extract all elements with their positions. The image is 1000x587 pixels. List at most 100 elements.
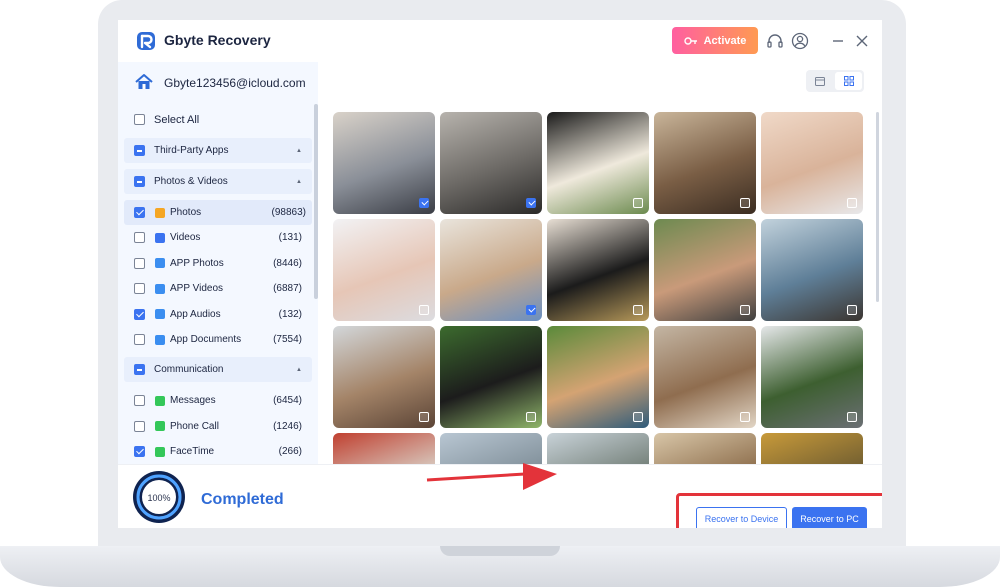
photo-tile-palm-tree-car[interactable]	[761, 326, 863, 428]
item-checkbox[interactable]	[134, 283, 145, 295]
user-icon[interactable]	[791, 32, 809, 50]
photo-checkbox[interactable]	[419, 412, 429, 422]
group-communication[interactable]: Communication ▲	[124, 357, 312, 383]
group-third-party-apps[interactable]: Third-Party Apps ▲	[124, 138, 312, 163]
recover-to-pc-button[interactable]: Recover to PC	[792, 507, 867, 528]
photo-tile-baby-feet[interactable]	[333, 219, 435, 321]
photo-checkbox[interactable]	[740, 305, 750, 315]
sidebar-item-app-photos[interactable]: APP Photos (8446)	[118, 251, 314, 276]
phone-call-icon	[155, 421, 165, 432]
photo-tile-family-beach[interactable]	[761, 219, 863, 321]
item-checkbox[interactable]	[134, 232, 145, 244]
photo-checkbox[interactable]	[740, 198, 750, 208]
photo-checkbox[interactable]	[740, 412, 750, 422]
item-count: (131)	[278, 232, 302, 244]
minimize-icon[interactable]	[829, 32, 847, 50]
headset-icon[interactable]	[766, 32, 784, 50]
photo-tile-wedding-couple[interactable]	[333, 112, 435, 214]
photo-tile-jumping-dunes[interactable]	[654, 326, 756, 428]
sidebar-scrollbar[interactable]	[314, 104, 318, 299]
item-label: Photos	[170, 207, 202, 218]
photo-tile-father-kids-park[interactable]	[440, 326, 542, 428]
sidebar-item-videos[interactable]: Videos (131)	[118, 225, 314, 250]
group-photos-videos[interactable]: Photos & Videos ▲	[124, 169, 312, 194]
photo-tile-mother-child-beach[interactable]	[333, 326, 435, 428]
photo-tile-silhouette-couple[interactable]	[440, 112, 542, 214]
photo-checkbox[interactable]	[419, 198, 429, 208]
group-checkbox[interactable]	[134, 176, 145, 187]
photo-tile-piggyback-smile[interactable]	[547, 326, 649, 428]
grid-view-icon	[843, 76, 854, 86]
sidebar-item-app-audios[interactable]: App Audios (132)	[118, 302, 314, 327]
item-count: (6454)	[273, 395, 302, 407]
photo-tile-graduation-cap[interactable]	[547, 219, 649, 321]
group-label: Communication	[154, 364, 224, 376]
photo-tile-white-flowers[interactable]	[547, 112, 649, 214]
photo-checkbox[interactable]	[633, 305, 643, 315]
sidebar-item-phone-call[interactable]: Phone Call (1246)	[118, 414, 314, 439]
item-checkbox[interactable]	[134, 446, 145, 458]
chevron-up-icon[interactable]: ▲	[296, 179, 302, 185]
photo-checkbox[interactable]	[633, 198, 643, 208]
key-icon	[683, 36, 697, 45]
grid-scrollbar[interactable]	[876, 112, 879, 302]
app-documents-icon	[155, 334, 165, 345]
sidebar-item-photos[interactable]: Photos (98863)	[124, 200, 312, 225]
activate-label: Activate	[703, 34, 747, 47]
item-checkbox[interactable]	[134, 207, 145, 218]
item-checkbox[interactable]	[134, 257, 145, 269]
close-icon[interactable]	[853, 32, 871, 50]
photo-tile-balcony-cafe[interactable]	[654, 112, 756, 214]
home-icon	[135, 74, 153, 89]
app-window: Gbyte Recovery Activate Gbyte123456@iclo…	[118, 20, 882, 528]
group-label: Photos & Videos	[154, 176, 228, 187]
photo-checkbox[interactable]	[419, 305, 429, 315]
photo-checkbox[interactable]	[847, 412, 857, 422]
photo-tile-hills-sky[interactable]	[547, 433, 649, 468]
pointer-arrow-icon	[426, 463, 557, 490]
item-count: (132)	[278, 308, 302, 320]
grid-view-button[interactable]	[835, 72, 862, 90]
chevron-up-icon[interactable]: ▲	[296, 148, 302, 154]
photo-tile-toddler-kitchen[interactable]	[440, 219, 542, 321]
photo-checkbox[interactable]	[633, 412, 643, 422]
item-count: (7554)	[273, 334, 302, 345]
photo-tile-baby-smiling[interactable]	[761, 112, 863, 214]
photo-tile-family-selfie[interactable]	[654, 219, 756, 321]
activate-button[interactable]: Activate	[672, 27, 758, 54]
photo-checkbox[interactable]	[847, 305, 857, 315]
calendar-icon	[814, 77, 825, 86]
item-checkbox[interactable]	[134, 308, 145, 320]
sidebar-item-app-videos[interactable]: APP Videos (6887)	[118, 276, 314, 301]
photo-tile-window-light[interactable]	[654, 433, 756, 468]
item-label: APP Videos	[170, 283, 224, 295]
photo-checkbox[interactable]	[526, 198, 536, 208]
item-label: Videos	[170, 232, 201, 244]
group-checkbox[interactable]	[134, 364, 145, 376]
group-checkbox[interactable]	[134, 145, 145, 156]
item-checkbox[interactable]	[134, 420, 145, 432]
photo-grid	[333, 112, 863, 468]
photo-checkbox[interactable]	[526, 412, 536, 422]
photo-tile-street-sign[interactable]	[333, 433, 435, 468]
calendar-view-button[interactable]	[806, 70, 833, 92]
category-sidebar: Select All Third-Party Apps ▲ Photos & Vide…	[118, 104, 318, 464]
chevron-up-icon[interactable]: ▲	[296, 367, 302, 373]
app-videos-icon	[155, 283, 165, 294]
select-all-checkbox[interactable]	[134, 114, 145, 125]
photos-icon	[155, 207, 165, 218]
sidebar-item-app-documents[interactable]: App Documents (7554)	[118, 327, 314, 352]
completed-label: Completed	[201, 491, 284, 508]
item-checkbox[interactable]	[134, 395, 145, 407]
recover-to-device-button[interactable]: Recover to Device	[696, 507, 787, 528]
sidebar-item-messages[interactable]: Messages (6454)	[118, 388, 314, 413]
select-all-label: Select All	[154, 113, 200, 126]
photo-checkbox[interactable]	[526, 305, 536, 315]
photo-checkbox[interactable]	[847, 198, 857, 208]
account-email: Gbyte123456@icloud.com	[164, 76, 306, 90]
select-all-row[interactable]: Select All	[118, 107, 314, 132]
group-label: Third-Party Apps	[154, 145, 229, 156]
sidebar-item-facetime[interactable]: FaceTime (266)	[118, 439, 314, 464]
photo-tile-autumn-trees[interactable]	[761, 433, 863, 468]
item-checkbox[interactable]	[134, 334, 145, 345]
